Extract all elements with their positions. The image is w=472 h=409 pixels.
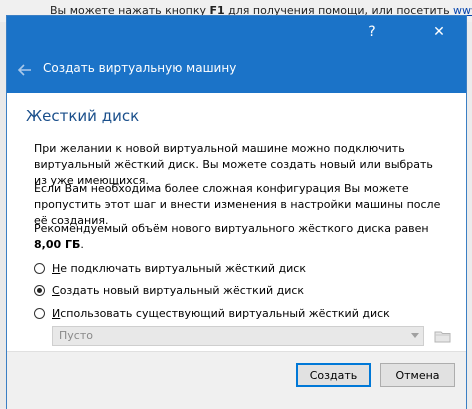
wizard-page: Жесткий диск При желании к новой виртуал…: [7, 93, 466, 351]
option-no-disk[interactable]: Не подключать виртуальный жёсткий диск: [34, 259, 306, 277]
help-button[interactable]: ?: [352, 16, 392, 48]
radio-use-existing-disk[interactable]: [34, 307, 45, 319]
cancel-button[interactable]: Отмена: [380, 363, 455, 387]
help-icon: ?: [368, 24, 376, 40]
option-create-disk[interactable]: Создать новый виртуальный жёсткий диск: [34, 281, 304, 299]
dialog-footer: Создать Отмена: [7, 351, 466, 409]
create-button[interactable]: Создать: [296, 363, 371, 387]
radio-create-disk[interactable]: [34, 284, 45, 296]
recommended-size-text: Рекомендуемый объём нового виртуального …: [34, 222, 429, 251]
wizard-header: Создать виртуальную машину: [7, 48, 466, 93]
titlebar: ? ✕: [7, 16, 466, 48]
radio-no-disk[interactable]: [34, 262, 45, 274]
folder-icon[interactable]: [433, 326, 453, 346]
back-arrow-icon[interactable]: [15, 60, 35, 80]
existing-disk-select[interactable]: Пусто: [52, 326, 424, 346]
wizard-title: Создать виртуальную машину: [43, 61, 237, 75]
close-button[interactable]: ✕: [419, 16, 459, 48]
option-use-existing-disk[interactable]: Использовать существующий виртуальный жё…: [34, 304, 390, 322]
recommended-size-value: 8,00 ГБ: [34, 238, 81, 251]
chevron-down-icon: [411, 333, 419, 338]
existing-disk-select-value: Пусто: [59, 329, 93, 342]
page-title: Жесткий диск: [26, 107, 140, 125]
create-vm-dialog: ? ✕ Создать виртуальную машину Жесткий д…: [7, 16, 466, 409]
close-icon: ✕: [433, 24, 445, 40]
